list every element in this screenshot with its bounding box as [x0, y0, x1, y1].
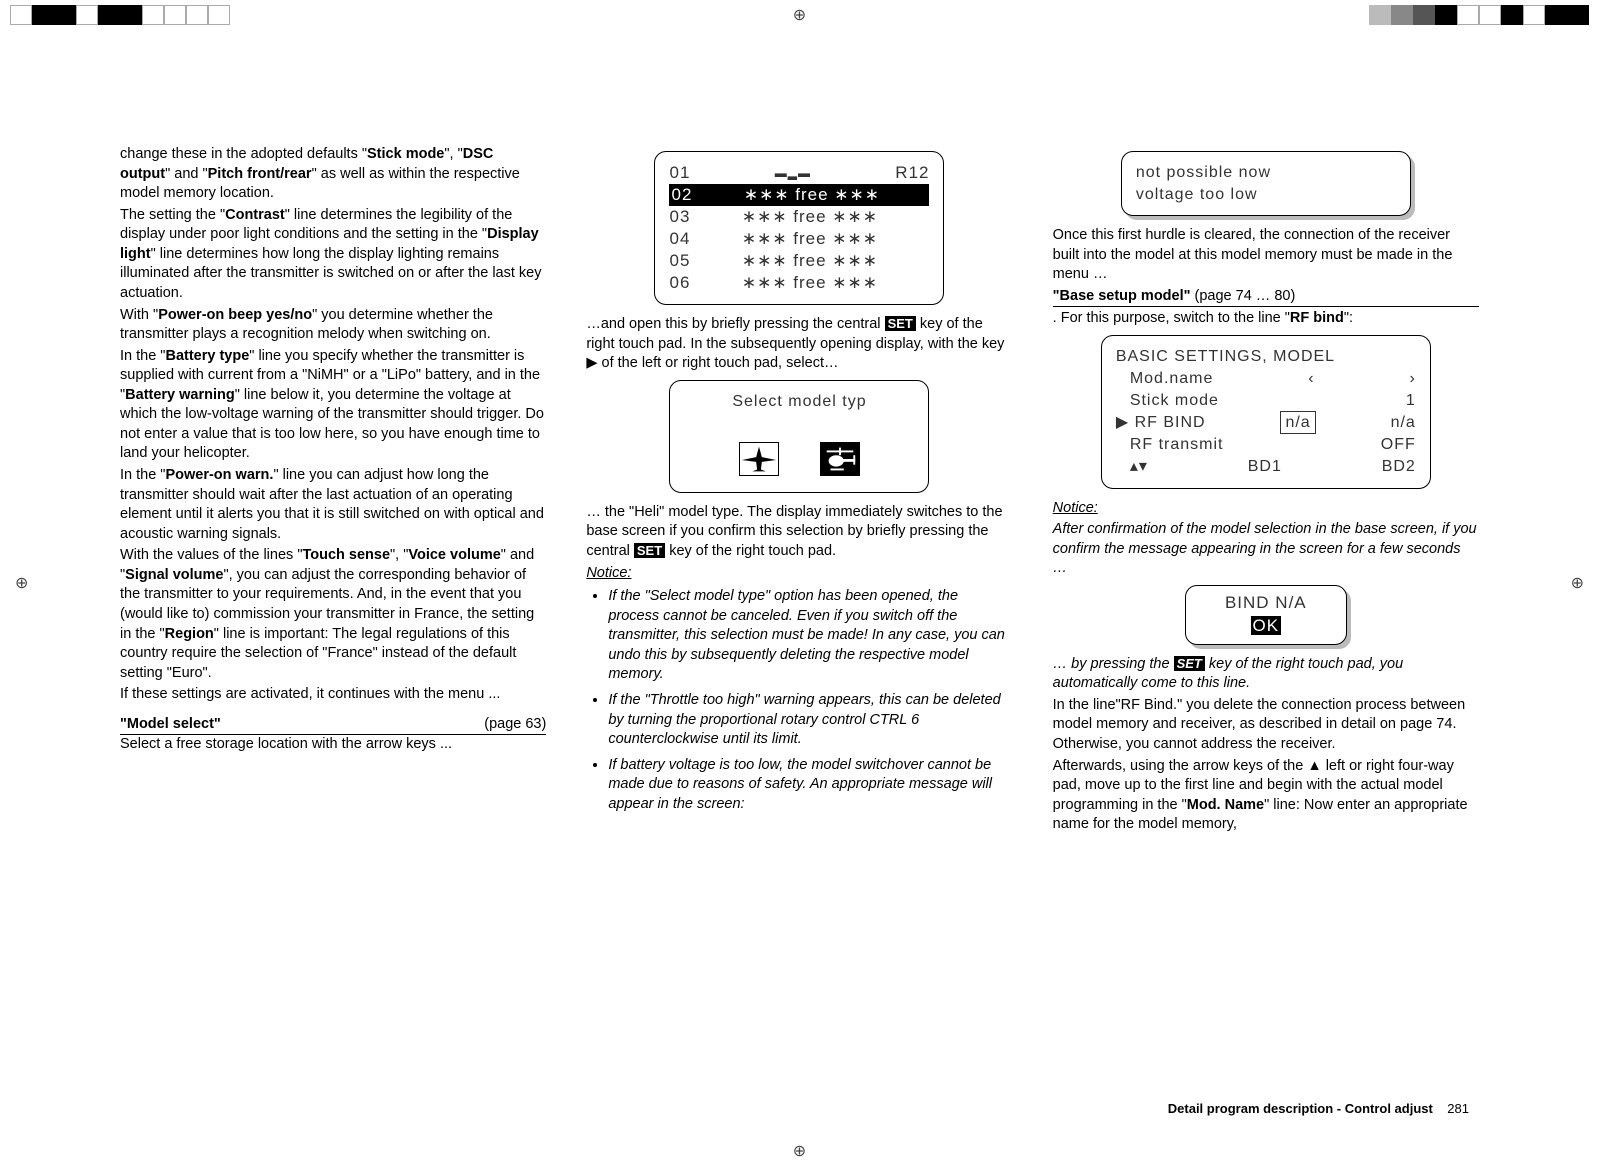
- registration-bar-left: [10, 5, 230, 25]
- notice-item: If the "Throttle too high" warning appea…: [608, 691, 1012, 750]
- heli-icon: [820, 442, 860, 476]
- crop-mark-left: ⊕: [15, 573, 28, 595]
- crop-mark-bottom: ⊕: [793, 1141, 806, 1163]
- para: With "Power-on beep yes/no" you determin…: [120, 306, 546, 345]
- plane-icon: [739, 442, 779, 476]
- footer-page-number: 281: [1447, 1101, 1469, 1116]
- column-1: change these in the adopted defaults "St…: [120, 145, 546, 1098]
- notice-text: After confirmation of the model selectio…: [1053, 520, 1479, 579]
- para: With the values of the lines "Touch sens…: [120, 546, 546, 683]
- crop-mark-top: ⊕: [793, 5, 806, 27]
- lcd-bind-na: BIND N/A OK: [1185, 585, 1347, 645]
- column-2: 01▬▂▬R12 02∗∗∗ free ∗∗∗ 03∗∗∗ free ∗∗∗ 0…: [586, 145, 1012, 1098]
- set-key-icon: SET: [1174, 656, 1205, 671]
- page-footer: Detail program description - Control adj…: [1168, 1100, 1469, 1118]
- notice-list: If the "Select model type" option has be…: [586, 587, 1012, 814]
- section-heading-model-select: "Model select" (page 63): [120, 715, 546, 736]
- footer-label: Detail program description - Control adj…: [1168, 1101, 1433, 1116]
- set-key-icon: SET: [634, 543, 665, 558]
- para: … the "Heli" model type. The display imm…: [586, 503, 1012, 562]
- set-key-icon: SET: [885, 316, 916, 331]
- crop-mark-right: ⊕: [1571, 573, 1584, 595]
- lcd-warning: not possible now voltage too low: [1121, 151, 1411, 216]
- para: In the "Battery type" line you specify w…: [120, 347, 546, 464]
- lcd-select-model-type: Select model typ: [669, 380, 929, 493]
- para: Afterwards, using the arrow keys of the …: [1053, 757, 1479, 835]
- lcd-model-list: 01▬▂▬R12 02∗∗∗ free ∗∗∗ 03∗∗∗ free ∗∗∗ 0…: [654, 151, 944, 305]
- notice-item: If the "Select model type" option has be…: [608, 587, 1012, 685]
- para: . For this purpose, switch to the line "…: [1053, 309, 1479, 329]
- lcd-basic-settings: BASIC SETTINGS, MODEL Mod.name‹› Stick m…: [1101, 335, 1431, 489]
- para: In the "Power-on warn." line you can adj…: [120, 466, 546, 544]
- notice-heading: Notice:: [586, 564, 1012, 584]
- para: change these in the adopted defaults "St…: [120, 145, 546, 204]
- notice-item: If battery voltage is too low, the model…: [608, 756, 1012, 815]
- para: In the line"RF Bind." you delete the con…: [1053, 696, 1479, 755]
- section-page: (page 63): [484, 715, 546, 735]
- para: … by pressing the SET key of the right t…: [1053, 655, 1479, 694]
- para: Select a free storage location with the …: [120, 735, 546, 755]
- para: …and open this by briefly pressing the c…: [586, 315, 1012, 374]
- section-heading-base-setup: "Base setup model" (page 74 … 80): [1053, 287, 1479, 308]
- page-content: change these in the adopted defaults "St…: [120, 145, 1479, 1098]
- section-title: "Model select": [120, 715, 221, 735]
- registration-bar-right: [1369, 5, 1589, 25]
- para: Once this first hurdle is cleared, the c…: [1053, 226, 1479, 285]
- notice-heading: Notice:: [1053, 499, 1479, 519]
- column-3: not possible now voltage too low Once th…: [1053, 145, 1479, 1098]
- para: If these settings are activated, it cont…: [120, 685, 546, 705]
- para: The setting the "Contrast" line determin…: [120, 206, 546, 304]
